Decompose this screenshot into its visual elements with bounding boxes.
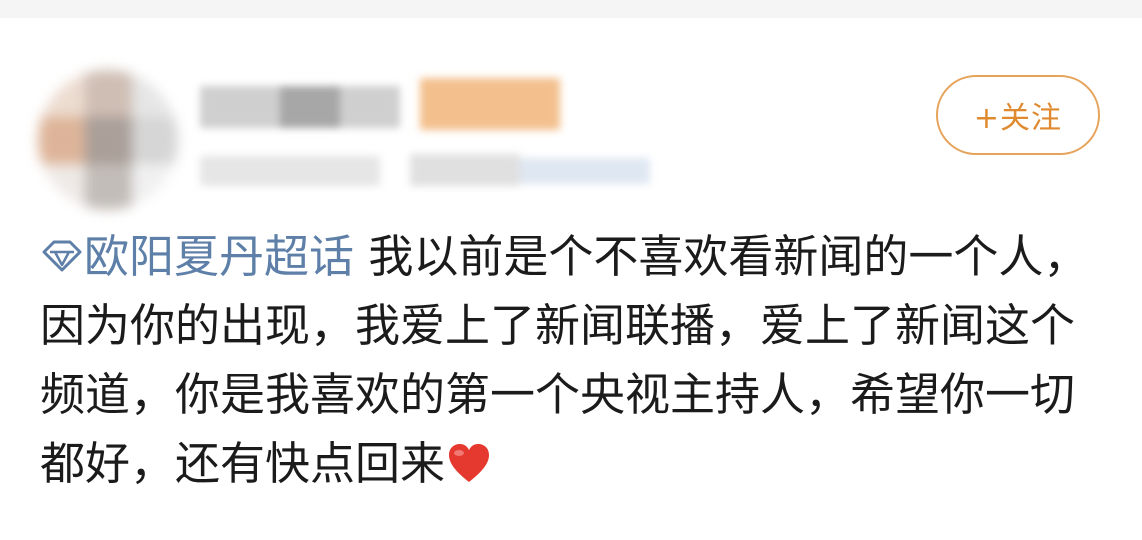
username-and-time-blurred	[190, 78, 670, 208]
red-heart-icon	[449, 444, 490, 482]
super-topic-diamond-icon	[42, 240, 82, 272]
follow-button[interactable]: +关注	[936, 75, 1100, 155]
avatar-blurred[interactable]	[38, 70, 178, 210]
topic-label[interactable]: 欧阳夏丹超话	[84, 230, 354, 283]
post-body: 欧阳夏丹超话 我以前是个不喜欢看新闻的一个人，因为你的出现，我爱上了新闻联播，爱…	[40, 222, 1102, 498]
weibo-post-card: +关注 欧阳夏丹超话 我以前是个不喜欢看新闻的一个人，因为你的出现，我爱上了新闻…	[0, 18, 1142, 540]
topic-link[interactable]: 欧阳夏丹超话	[40, 230, 354, 283]
